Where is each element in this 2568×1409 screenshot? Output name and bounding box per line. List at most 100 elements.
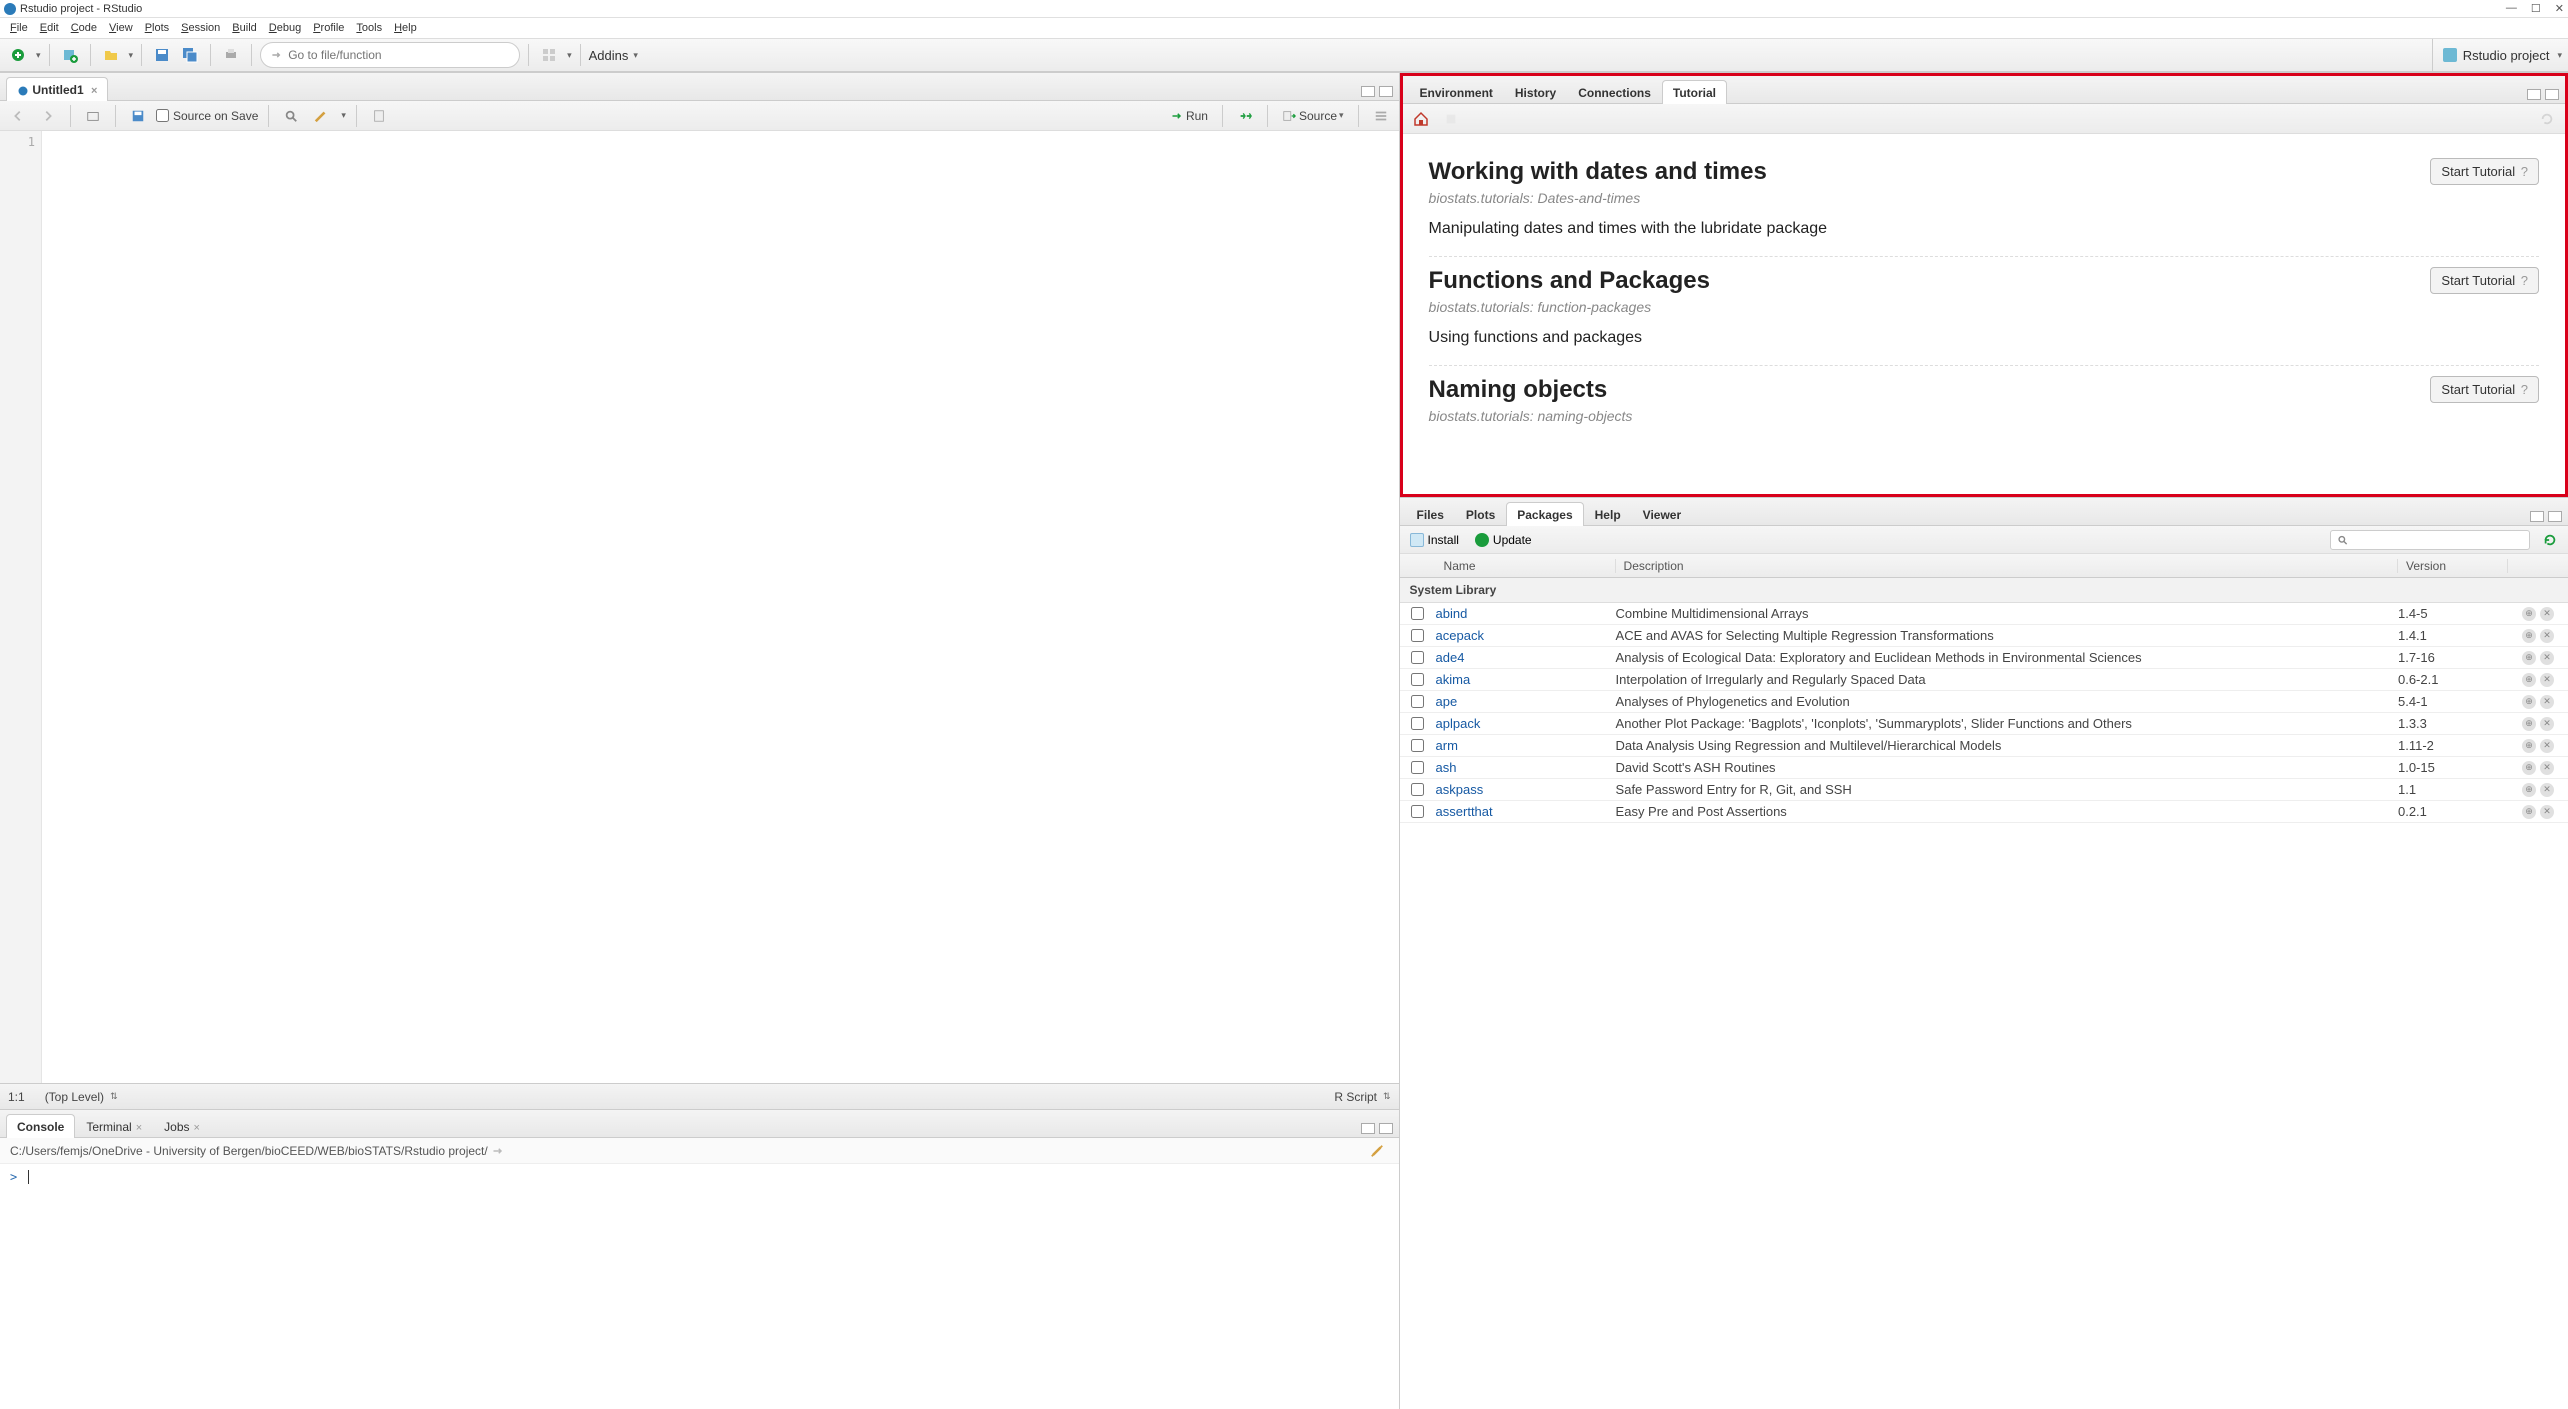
package-checkbox[interactable] — [1411, 673, 1424, 686]
start-tutorial-button[interactable]: Start Tutorial ? — [2430, 158, 2539, 185]
project-selector[interactable]: Rstudio project ▾ — [2432, 39, 2562, 71]
tutorial-list[interactable]: Start Tutorial ? Working with dates and … — [1403, 134, 2565, 494]
addins-menu[interactable]: Addins ▾ — [589, 48, 638, 63]
source-on-save[interactable]: Source on Save — [156, 109, 258, 123]
start-tutorial-button[interactable]: Start Tutorial ? — [2430, 267, 2539, 294]
tab-files[interactable]: Files — [1406, 502, 1455, 526]
pane-maximize-button[interactable] — [2545, 89, 2559, 100]
close-terminal-icon[interactable]: × — [136, 1122, 142, 1134]
package-remove-icon[interactable]: ✕ — [2540, 607, 2554, 621]
menu-build[interactable]: Build — [226, 22, 262, 34]
package-checkbox[interactable] — [1411, 695, 1424, 708]
package-search[interactable] — [2330, 530, 2530, 550]
package-checkbox[interactable] — [1411, 607, 1424, 620]
tab-tutorial[interactable]: Tutorial — [1662, 80, 1727, 104]
print-button[interactable] — [219, 43, 243, 67]
code-editor[interactable] — [42, 131, 1399, 1083]
package-link[interactable]: askpass — [1436, 782, 1484, 797]
menu-help[interactable]: Help — [388, 22, 423, 34]
package-web-icon[interactable]: ⊕ — [2522, 651, 2536, 665]
package-checkbox[interactable] — [1411, 629, 1424, 642]
package-remove-icon[interactable]: ✕ — [2540, 739, 2554, 753]
show-in-new-window-button[interactable] — [81, 104, 105, 128]
package-remove-icon[interactable]: ✕ — [2540, 629, 2554, 643]
rerun-button[interactable] — [1233, 104, 1257, 128]
open-file-button[interactable] — [99, 43, 123, 67]
package-checkbox[interactable] — [1411, 717, 1424, 730]
tutorial-stop-button[interactable] — [1439, 107, 1463, 131]
menu-plots[interactable]: Plots — [139, 22, 175, 34]
package-search-input[interactable] — [2352, 534, 2523, 546]
package-remove-icon[interactable]: ✕ — [2540, 651, 2554, 665]
maximize-button[interactable]: ☐ — [2531, 2, 2541, 15]
tab-help[interactable]: Help — [1584, 502, 1632, 526]
tab-terminal[interactable]: Terminal× — [75, 1114, 153, 1138]
package-link[interactable]: ash — [1436, 760, 1457, 775]
package-web-icon[interactable]: ⊕ — [2522, 629, 2536, 643]
package-remove-icon[interactable]: ✕ — [2540, 673, 2554, 687]
run-button[interactable]: Run — [1167, 104, 1212, 128]
package-web-icon[interactable]: ⊕ — [2522, 673, 2536, 687]
tab-console[interactable]: Console — [6, 1114, 75, 1138]
save-source-button[interactable] — [126, 104, 150, 128]
console-path-arrow-icon[interactable] — [492, 1145, 504, 1157]
package-checkbox[interactable] — [1411, 739, 1424, 752]
package-remove-icon[interactable]: ✕ — [2540, 717, 2554, 731]
menu-profile[interactable]: Profile — [307, 22, 350, 34]
package-checkbox[interactable] — [1411, 805, 1424, 818]
compile-report-button[interactable] — [367, 104, 391, 128]
code-tools-dropdown[interactable]: ▾ — [341, 110, 346, 121]
code-tools-button[interactable] — [309, 104, 333, 128]
console-body[interactable]: > — [0, 1164, 1399, 1409]
refresh-tutorial-button[interactable] — [2535, 107, 2559, 131]
package-checkbox[interactable] — [1411, 783, 1424, 796]
pane-minimize-button[interactable] — [2527, 89, 2541, 100]
package-web-icon[interactable]: ⊕ — [2522, 695, 2536, 709]
package-web-icon[interactable]: ⊕ — [2522, 717, 2536, 731]
col-name[interactable]: Name — [1436, 559, 1616, 573]
new-file-button[interactable] — [6, 43, 30, 67]
editor-area[interactable]: 1 — [0, 131, 1399, 1083]
package-link[interactable]: abind — [1436, 606, 1468, 621]
outline-button[interactable] — [1369, 104, 1393, 128]
tab-plots[interactable]: Plots — [1455, 502, 1506, 526]
install-button[interactable]: Install — [1406, 528, 1463, 552]
find-button[interactable] — [279, 104, 303, 128]
update-button[interactable]: Update — [1471, 528, 1536, 552]
package-web-icon[interactable]: ⊕ — [2522, 739, 2536, 753]
tab-viewer[interactable]: Viewer — [1632, 502, 1692, 526]
tools-grid-button[interactable] — [537, 43, 561, 67]
tab-packages[interactable]: Packages — [1506, 502, 1583, 526]
refresh-packages-button[interactable] — [2538, 528, 2562, 552]
source-tab-untitled[interactable]: Untitled1 × — [6, 77, 108, 101]
package-remove-icon[interactable]: ✕ — [2540, 783, 2554, 797]
package-link[interactable]: ape — [1436, 694, 1458, 709]
tutorial-home-button[interactable] — [1409, 107, 1433, 131]
menu-session[interactable]: Session — [175, 22, 226, 34]
menu-code[interactable]: Code — [65, 22, 103, 34]
package-remove-icon[interactable]: ✕ — [2540, 695, 2554, 709]
pane-minimize-button[interactable] — [1361, 1123, 1375, 1134]
open-file-dropdown[interactable]: ▾ — [129, 50, 134, 61]
tab-connections[interactable]: Connections — [1567, 80, 1662, 104]
menu-debug[interactable]: Debug — [263, 22, 307, 34]
package-web-icon[interactable]: ⊕ — [2522, 805, 2536, 819]
scope-selector[interactable]: (Top Level)⇅ — [45, 1090, 118, 1104]
pane-minimize-button[interactable] — [1361, 86, 1375, 97]
forward-button[interactable] — [36, 104, 60, 128]
pane-maximize-button[interactable] — [2548, 511, 2562, 522]
package-link[interactable]: arm — [1436, 738, 1458, 753]
back-button[interactable] — [6, 104, 30, 128]
package-link[interactable]: aplpack — [1436, 716, 1481, 731]
package-web-icon[interactable]: ⊕ — [2522, 783, 2536, 797]
goto-input[interactable] — [288, 48, 509, 62]
col-version[interactable]: Version — [2398, 559, 2508, 573]
tab-history[interactable]: History — [1504, 80, 1567, 104]
new-file-dropdown[interactable]: ▾ — [36, 50, 41, 61]
save-button[interactable] — [150, 43, 174, 67]
package-link[interactable]: assertthat — [1436, 804, 1493, 819]
package-remove-icon[interactable]: ✕ — [2540, 761, 2554, 775]
save-all-button[interactable] — [178, 43, 202, 67]
package-link[interactable]: ade4 — [1436, 650, 1465, 665]
pane-maximize-button[interactable] — [1379, 86, 1393, 97]
